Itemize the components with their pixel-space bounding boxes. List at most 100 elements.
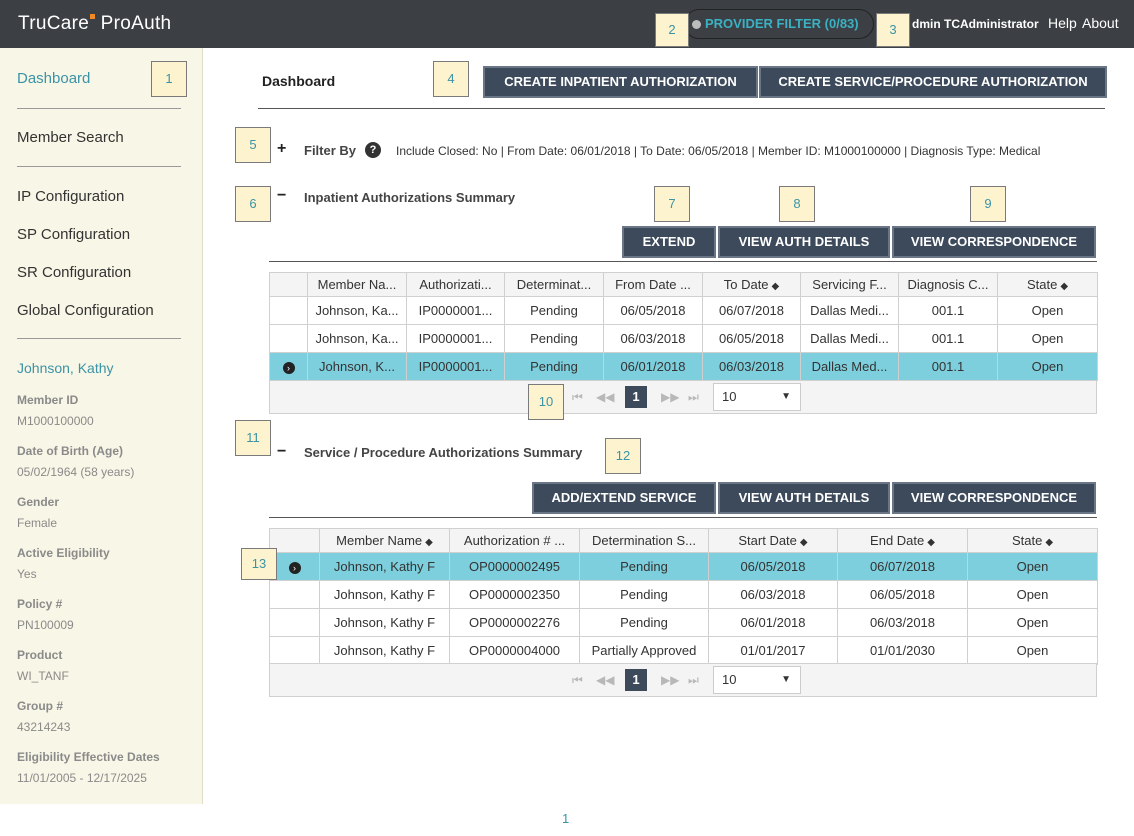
table-cell: Pending	[504, 352, 604, 381]
extend-button[interactable]: EXTEND	[622, 226, 716, 258]
column-header-to-date[interactable]: To Date ◆	[702, 272, 801, 297]
table-cell: Open	[967, 552, 1098, 581]
inpatient-table: Member Na... Authorizati... Determinat..…	[269, 272, 1098, 381]
inpatient-view-auth-details-button[interactable]: VIEW AUTH DETAILS	[718, 226, 890, 258]
table-row-selected[interactable]: › Johnson, K... IP0000001... Pending 06/…	[269, 352, 1098, 381]
column-header-member-name[interactable]: Member Na...	[307, 272, 407, 297]
column-header-member-name[interactable]: Member Name ◆	[319, 528, 450, 553]
sidebar-item-member-search[interactable]: Member Search	[17, 129, 124, 146]
table-cell: 06/05/2018	[702, 324, 801, 353]
sort-icon[interactable]: ◆	[927, 537, 935, 548]
sidebar-item-sp-configuration[interactable]: SP Configuration	[17, 226, 130, 243]
table-cell: 06/03/2018	[603, 324, 703, 353]
current-page[interactable]: 1	[625, 669, 647, 691]
column-header-state[interactable]: State ◆	[967, 528, 1098, 553]
table-row[interactable]: Johnson, Kathy F OP0000002276 Pending 06…	[269, 608, 1098, 637]
page-size-select[interactable]: 10 ▼	[713, 666, 801, 694]
table-cell: OP0000004000	[449, 636, 580, 665]
sort-icon[interactable]: ◆	[1045, 537, 1053, 548]
inpatient-collapse-toggle[interactable]: −	[277, 187, 286, 205]
column-header-authorization[interactable]: Authorization # ...	[449, 528, 580, 553]
row-selector[interactable]	[269, 608, 320, 637]
table-row[interactable]: Johnson, Ka... IP0000001... Pending 06/0…	[269, 324, 1098, 353]
column-header-diagnosis-code[interactable]: Diagnosis C...	[898, 272, 998, 297]
previous-page-icon[interactable]: ◀◀	[596, 673, 614, 687]
filter-by-label[interactable]: Filter By	[304, 143, 356, 158]
column-header-servicing-facility[interactable]: Servicing F...	[800, 272, 899, 297]
sidebar-item-global-configuration[interactable]: Global Configuration	[17, 302, 154, 319]
column-header-determination[interactable]: Determination S...	[579, 528, 709, 553]
provider-filter-button[interactable]: PROVIDER FILTER (0/83)	[684, 9, 874, 39]
app-logo[interactable]: TruCare ProAuth	[18, 13, 171, 35]
last-page-icon[interactable]: ⏭	[688, 673, 699, 688]
sort-icon[interactable]: ◆	[425, 537, 433, 548]
column-header-end-date[interactable]: End Date ◆	[837, 528, 968, 553]
row-selector[interactable]	[269, 324, 308, 353]
filter-expand-toggle[interactable]: +	[277, 140, 286, 158]
table-row-selected[interactable]: › Johnson, Kathy F OP0000002495 Pending …	[269, 552, 1098, 581]
service-view-correspondence-button[interactable]: VIEW CORRESPONDENCE	[892, 482, 1096, 514]
selected-row-icon: ›	[282, 362, 295, 374]
row-selector[interactable]	[269, 580, 320, 609]
sidebar-item-ip-configuration[interactable]: IP Configuration	[17, 188, 124, 205]
inpatient-view-correspondence-button[interactable]: VIEW CORRESPONDENCE	[892, 226, 1096, 258]
sidebar-item-dashboard[interactable]: Dashboard	[17, 70, 90, 87]
dob-label: Date of Birth (Age)	[17, 444, 123, 458]
sort-icon[interactable]: ◆	[772, 281, 780, 292]
sidebar: Dashboard Member Search IP Configuration…	[0, 48, 203, 804]
column-header-authorization[interactable]: Authorizati...	[406, 272, 505, 297]
service-collapse-toggle[interactable]: −	[277, 443, 286, 461]
about-link[interactable]: About	[1082, 15, 1119, 31]
callout-5: 5	[235, 127, 271, 163]
table-row[interactable]: Johnson, Kathy F OP0000004000 Partially …	[269, 636, 1098, 665]
chevron-down-icon: ▼	[781, 391, 791, 402]
column-header-start-date[interactable]: Start Date ◆	[708, 528, 838, 553]
sort-icon[interactable]: ◆	[1060, 281, 1068, 292]
gender-value: Female	[17, 516, 58, 530]
next-page-icon[interactable]: ▶▶	[661, 673, 679, 687]
column-header-label: Member Name	[336, 533, 423, 548]
column-header-label: State	[1011, 533, 1043, 548]
column-header-from-date[interactable]: From Date ...	[603, 272, 703, 297]
add-extend-service-button[interactable]: ADD/EXTEND SERVICE	[532, 482, 716, 514]
callout-7: 7	[654, 186, 690, 222]
row-selector[interactable]: ›	[269, 352, 308, 381]
table-cell: IP0000001...	[406, 352, 505, 381]
column-header-label: From Date ...	[615, 277, 691, 292]
last-page-icon[interactable]: ⏭	[688, 390, 699, 405]
logo-text-proauth: ProAuth	[100, 13, 172, 34]
table-row[interactable]: Johnson, Kathy F OP0000002350 Pending 06…	[269, 580, 1098, 609]
column-header-state[interactable]: State ◆	[997, 272, 1098, 297]
table-cell: OP0000002276	[449, 608, 580, 637]
table-row[interactable]: Johnson, Ka... IP0000001... Pending 06/0…	[269, 296, 1098, 325]
sort-icon[interactable]: ◆	[800, 537, 808, 548]
table-cell: Dallas Medi...	[800, 296, 899, 325]
table-cell: 06/07/2018	[837, 552, 968, 581]
chevron-down-icon: ▼	[781, 674, 791, 685]
row-selector[interactable]	[269, 636, 320, 665]
first-page-icon[interactable]: ⏮	[572, 390, 583, 405]
table-cell: 06/03/2018	[837, 608, 968, 637]
table-cell: Johnson, Kathy F	[319, 636, 450, 665]
help-icon[interactable]: ?	[365, 142, 381, 158]
help-link[interactable]: Help	[1048, 15, 1077, 31]
user-menu[interactable]: dmin TCAdministrator	[912, 17, 1039, 31]
page-number: 1	[562, 811, 570, 826]
column-header-label: Diagnosis C...	[907, 277, 989, 292]
sidebar-item-sr-configuration[interactable]: SR Configuration	[17, 264, 131, 281]
inpatient-pager: ⏮ ◀◀ 1 ▶▶ ⏭ 10 ▼	[269, 380, 1097, 414]
previous-page-icon[interactable]: ◀◀	[596, 390, 614, 404]
service-view-auth-details-button[interactable]: VIEW AUTH DETAILS	[718, 482, 890, 514]
create-inpatient-authorization-button[interactable]: CREATE INPATIENT AUTHORIZATION	[483, 66, 758, 98]
current-page[interactable]: 1	[625, 386, 647, 408]
first-page-icon[interactable]: ⏮	[572, 673, 583, 688]
row-selector[interactable]	[269, 296, 308, 325]
table-cell: 001.1	[898, 296, 998, 325]
create-service-authorization-button[interactable]: CREATE SERVICE/PROCEDURE AUTHORIZATION	[759, 66, 1107, 98]
page-size-select[interactable]: 10 ▼	[713, 383, 801, 411]
row-selector[interactable]: ›	[269, 552, 320, 581]
next-page-icon[interactable]: ▶▶	[661, 390, 679, 404]
member-name-link[interactable]: Johnson, Kathy	[17, 360, 114, 376]
column-header-select	[269, 528, 320, 553]
column-header-determination[interactable]: Determinat...	[504, 272, 604, 297]
